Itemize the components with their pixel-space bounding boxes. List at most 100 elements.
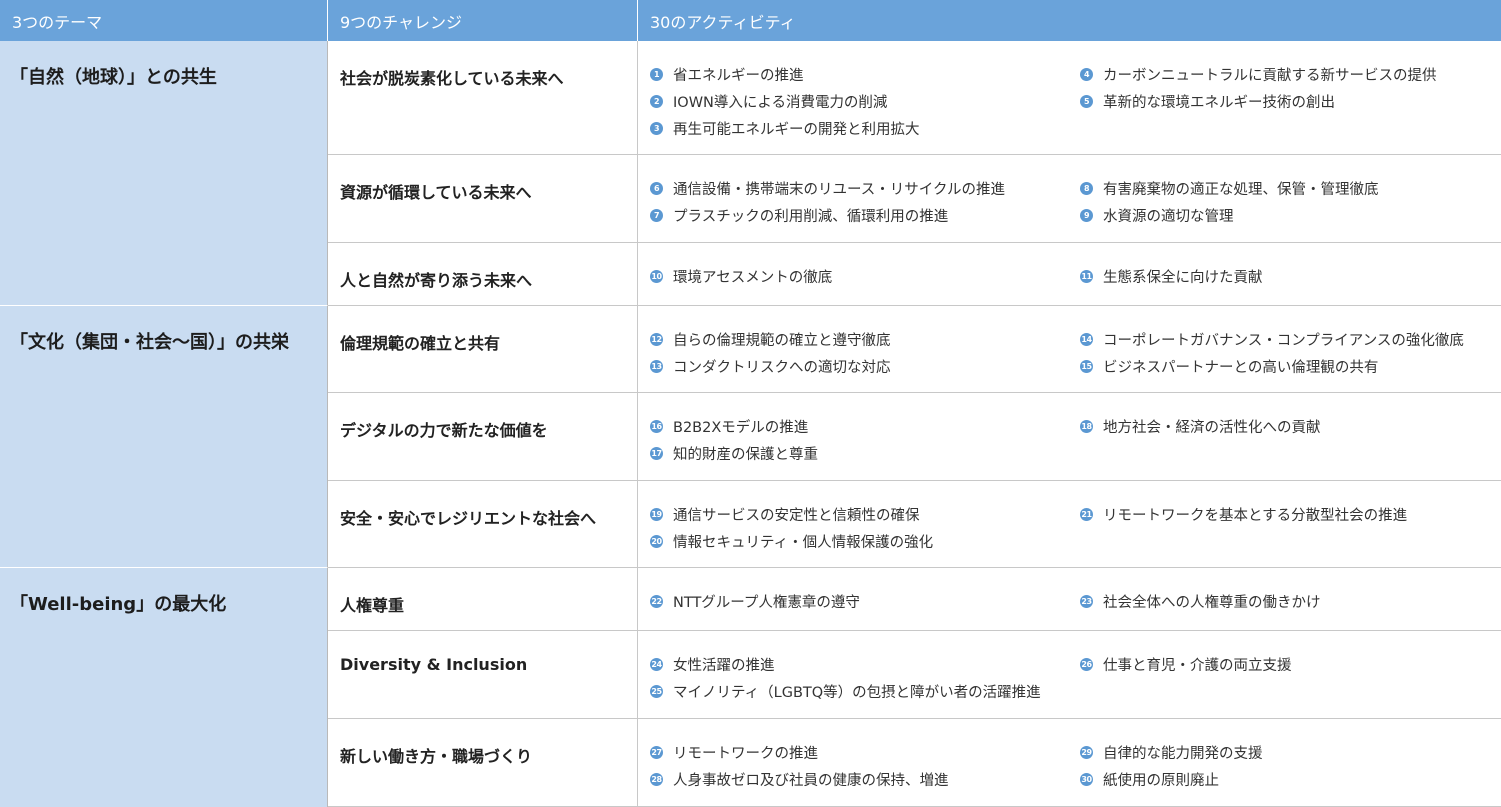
activities-cell: 27 リモートワークの推進 28 人身事故ゼロ及び社員の健康の保持、増進 29 自律的な能… (638, 719, 1501, 807)
number-badge-icon: 6 (650, 182, 663, 195)
activity-item: 30 紙使用の原則廃止 (1080, 766, 1263, 793)
activities-cell: 12 自らの倫理規範の確立と遵守徹底 13 コンダクトリスクへの適切な対応 14 コーポレ… (638, 306, 1501, 393)
number-badge-icon: 23 (1080, 595, 1093, 608)
activities-column-left: 27 リモートワークの推進 28 人身事故ゼロ及び社員の健康の保持、増進 (650, 739, 949, 793)
activity-label: IOWN導入による消費電力の削減 (673, 95, 888, 111)
activity-label: カーボンニュートラルに貢献する新サービスの提供 (1103, 68, 1437, 84)
activity-label: 女性活躍の推進 (673, 658, 775, 674)
number-badge-icon: 29 (1080, 746, 1093, 759)
number-badge-icon: 9 (1080, 209, 1093, 222)
activities-cell: 19 通信サービスの安定性と信頼性の確保 20 情報セキュリティ・個人情報保護の強化 2… (638, 481, 1501, 568)
activity-label: 通信設備・携帯端末のリユース・リサイクルの推進 (673, 182, 1006, 198)
activity-label: コンダクトリスクへの適切な対応 (673, 360, 891, 376)
activities-column-left: 16 B2B2Xモデルの推進 17 知的財産の保護と尊重 (650, 413, 818, 467)
activity-label: 紙使用の原則廃止 (1103, 773, 1219, 789)
activity-item: 29 自律的な能力開発の支援 (1080, 739, 1263, 766)
number-badge-icon: 18 (1080, 420, 1093, 433)
themes-table: 3つのテーマ 9つのチャレンジ 30のアクティビティ 「自然（地球）」との共生 … (0, 0, 1501, 807)
challenge-cell: デジタルの力で新たな価値を (328, 393, 638, 481)
number-badge-icon: 14 (1080, 333, 1093, 346)
activities-column-right: 11 生態系保全に向けた貢献 (1080, 263, 1263, 290)
activity-item: 17 知的財産の保護と尊重 (650, 440, 818, 467)
activity-item: 25 マイノリティ（LGBTQ等）の包摂と障がい者の活躍推進 (650, 678, 1041, 705)
theme-nature: 「自然（地球）」との共生 (0, 41, 328, 306)
activities-cell: 16 B2B2Xモデルの推進 17 知的財産の保護と尊重 18 地方社会・経済の活性化への… (638, 393, 1501, 481)
activity-item: 14 コーポレートガバナンス・コンプライアンスの強化徹底 (1080, 326, 1464, 353)
challenge-cell: Diversity & Inclusion (328, 631, 638, 719)
activities-column-right: 29 自律的な能力開発の支援 30 紙使用の原則廃止 (1080, 739, 1263, 793)
activity-label: 再生可能エネルギーの開発と利用拡大 (673, 122, 920, 138)
number-badge-icon: 27 (650, 746, 663, 759)
number-badge-icon: 12 (650, 333, 663, 346)
activity-item: 21 リモートワークを基本とする分散型社会の推進 (1080, 501, 1407, 528)
activities-cell: 1 省エネルギーの推進 2 IOWN導入による消費電力の削減 3 再生可能エネルギーの開発… (638, 41, 1501, 155)
activity-item: 15 ビジネスパートナーとの高い倫理観の共有 (1080, 353, 1464, 380)
activities-column-right: 18 地方社会・経済の活性化への貢献 (1080, 413, 1321, 440)
number-badge-icon: 13 (650, 360, 663, 373)
activity-item: 23 社会全体への人権尊重の働きかけ (1080, 588, 1321, 615)
challenge-cell: 社会が脱炭素化している未来へ (328, 41, 638, 155)
activity-label: ビジネスパートナーとの高い倫理観の共有 (1103, 360, 1379, 376)
activity-label: 知的財産の保護と尊重 (673, 447, 818, 463)
number-badge-icon: 21 (1080, 508, 1093, 521)
activities-cell: 10 環境アセスメントの徹底 11 生態系保全に向けた貢献 (638, 243, 1501, 306)
activity-label: リモートワークを基本とする分散型社会の推進 (1103, 508, 1408, 524)
activity-item: 8 有害廃棄物の適正な処理、保管・管理徹底 (1080, 175, 1379, 202)
number-badge-icon: 5 (1080, 95, 1093, 108)
activity-item: 13 コンダクトリスクへの適切な対応 (650, 353, 891, 380)
activity-label: 革新的な環境エネルギー技術の創出 (1103, 95, 1335, 111)
number-badge-icon: 30 (1080, 773, 1093, 786)
challenge-cell: 人権尊重 (328, 568, 638, 631)
activities-column-right: 21 リモートワークを基本とする分散型社会の推進 (1080, 501, 1407, 528)
number-badge-icon: 19 (650, 508, 663, 521)
number-badge-icon: 16 (650, 420, 663, 433)
activities-column-right: 26 仕事と育児・介護の両立支援 (1080, 651, 1292, 678)
number-badge-icon: 7 (650, 209, 663, 222)
activity-item: 4 カーボンニュートラルに貢献する新サービスの提供 (1080, 61, 1437, 88)
activity-item: 12 自らの倫理規範の確立と遵守徹底 (650, 326, 891, 353)
activities-cell: 24 女性活躍の推進 25 マイノリティ（LGBTQ等）の包摂と障がい者の活躍推進 26… (638, 631, 1501, 719)
header-challenges: 9つのチャレンジ (328, 0, 638, 41)
theme-culture: 「文化（集団・社会〜国）」の共栄 (0, 306, 328, 568)
number-badge-icon: 25 (650, 685, 663, 698)
activity-item: 2 IOWN導入による消費電力の削減 (650, 88, 920, 115)
activity-label: リモートワークの推進 (673, 746, 818, 762)
number-badge-icon: 4 (1080, 68, 1093, 81)
activities-column-right: 14 コーポレートガバナンス・コンプライアンスの強化徹底 15 ビジネスパートナーとの… (1080, 326, 1464, 380)
activities-column-right: 23 社会全体への人権尊重の働きかけ (1080, 588, 1321, 615)
activity-label: 水資源の適切な管理 (1103, 209, 1234, 225)
activity-item: 27 リモートワークの推進 (650, 739, 949, 766)
activity-item: 19 通信サービスの安定性と信頼性の確保 (650, 501, 933, 528)
number-badge-icon: 10 (650, 270, 663, 283)
activities-cell: 22 NTTグループ人権憲章の遵守 23 社会全体への人権尊重の働きかけ (638, 568, 1501, 631)
activity-item: 24 女性活躍の推進 (650, 651, 1041, 678)
header-activities: 30のアクティビティ (638, 0, 1501, 41)
activity-label: 自律的な能力開発の支援 (1103, 746, 1263, 762)
activity-label: 地方社会・経済の活性化への貢献 (1103, 420, 1321, 436)
activity-item: 1 省エネルギーの推進 (650, 61, 920, 88)
activity-label: 社会全体への人権尊重の働きかけ (1103, 595, 1321, 611)
number-badge-icon: 3 (650, 122, 663, 135)
activity-label: プラスチックの利用削減、循環利用の推進 (673, 209, 949, 225)
activity-item: 28 人身事故ゼロ及び社員の健康の保持、増進 (650, 766, 949, 793)
activities-column-right: 8 有害廃棄物の適正な処理、保管・管理徹底 9 水資源の適切な管理 (1080, 175, 1379, 229)
challenge-cell: 倫理規範の確立と共有 (328, 306, 638, 393)
activity-item: 7 プラスチックの利用削減、循環利用の推進 (650, 202, 1005, 229)
activity-item: 16 B2B2Xモデルの推進 (650, 413, 818, 440)
activities-column-left: 10 環境アセスメントの徹底 (650, 263, 832, 290)
number-badge-icon: 8 (1080, 182, 1093, 195)
activities-column-left: 22 NTTグループ人権憲章の遵守 (650, 588, 860, 615)
activity-item: 22 NTTグループ人権憲章の遵守 (650, 588, 860, 615)
activities-column-left: 19 通信サービスの安定性と信頼性の確保 20 情報セキュリティ・個人情報保護の強化 (650, 501, 933, 555)
activity-label: NTTグループ人権憲章の遵守 (673, 595, 860, 611)
activity-label: 環境アセスメントの徹底 (673, 270, 833, 286)
number-badge-icon: 28 (650, 773, 663, 786)
number-badge-icon: 24 (650, 658, 663, 671)
activity-item: 9 水資源の適切な管理 (1080, 202, 1379, 229)
header-themes: 3つのテーマ (0, 0, 328, 41)
activities-column-left: 12 自らの倫理規範の確立と遵守徹底 13 コンダクトリスクへの適切な対応 (650, 326, 891, 380)
number-badge-icon: 22 (650, 595, 663, 608)
number-badge-icon: 26 (1080, 658, 1093, 671)
challenge-cell: 安全・安心でレジリエントな社会へ (328, 481, 638, 568)
activities-column-right: 4 カーボンニュートラルに貢献する新サービスの提供 5 革新的な環境エネルギー技術の創… (1080, 61, 1437, 115)
